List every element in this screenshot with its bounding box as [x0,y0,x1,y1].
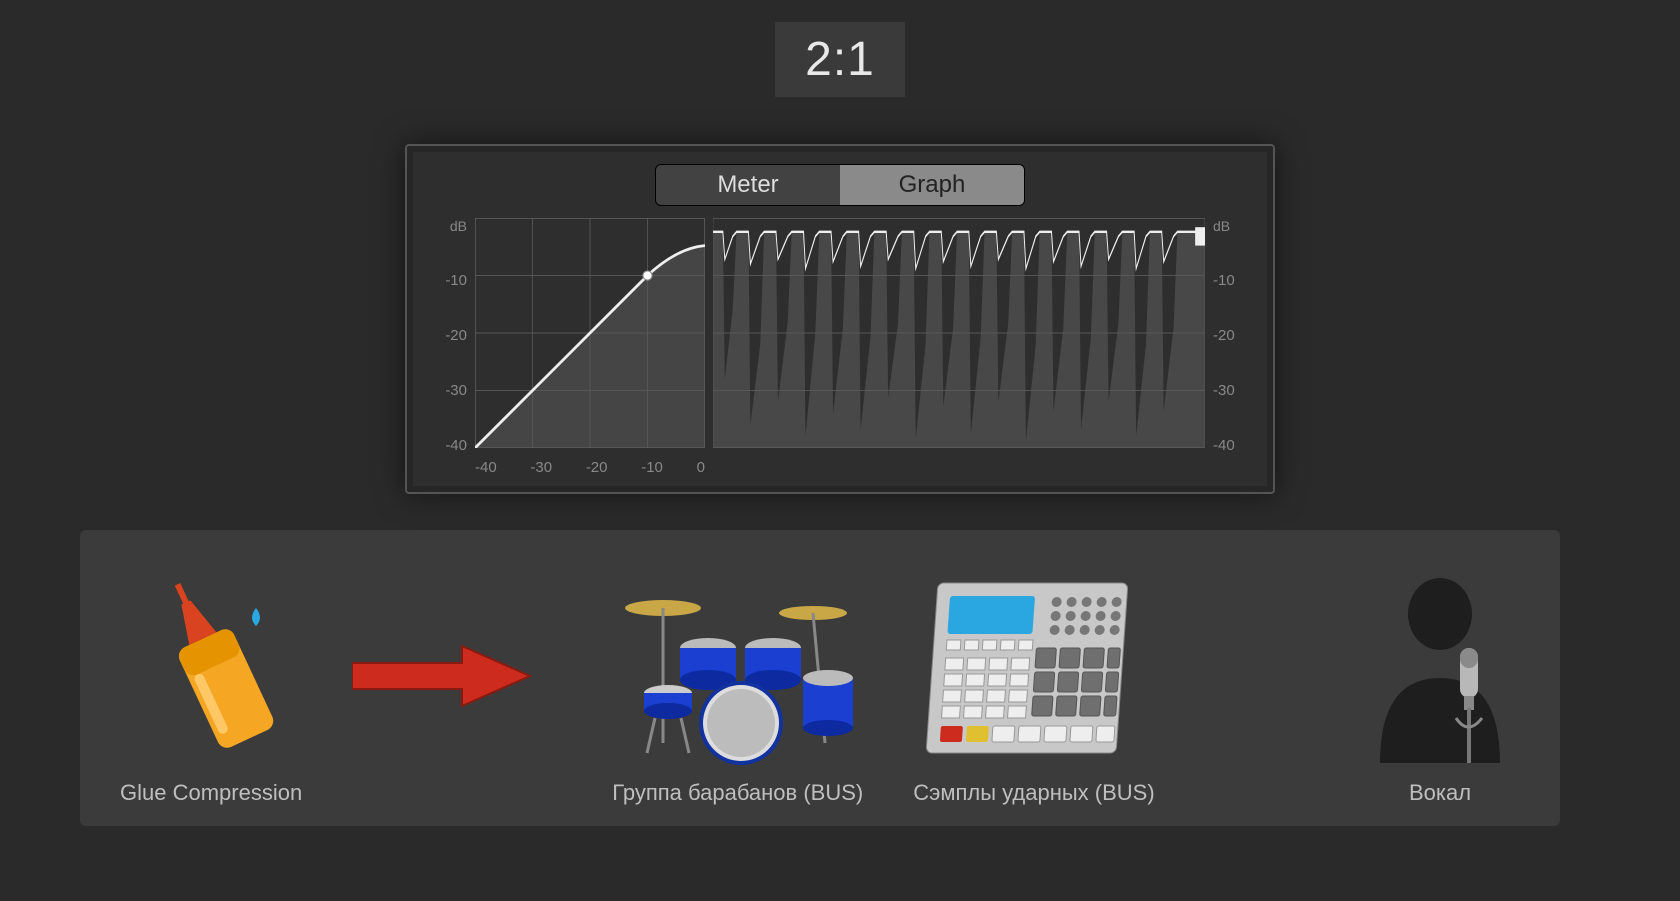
y-tick: -40 [445,437,467,454]
y-tick: -10 [445,272,467,289]
drums-label: Группа барабанов (BUS) [612,780,863,806]
x-tick: -40 [475,459,497,476]
x-tick: 0 [697,459,705,476]
x-axis: -40 -30 -20 -10 0 [475,453,705,476]
tab-graph[interactable]: Graph [840,165,1024,205]
vocal-icon [1360,568,1520,768]
y-unit-right: dB [1213,218,1230,234]
x-tick: -30 [530,459,552,476]
y-tick: -20 [1213,327,1235,344]
y-tick: -40 [1213,437,1235,454]
x-tick: -20 [586,459,608,476]
vocal-label: Вокал [1409,780,1471,806]
item-drums: Группа барабанов (BUS) [612,568,863,806]
drum-machine-icon [924,568,1144,768]
y-tick: -30 [1213,382,1235,399]
gain-history-svg [713,218,1205,448]
y-unit-left: dB [450,218,467,234]
y-tick: -30 [445,382,467,399]
transfer-curve-plot: -40 -30 -20 -10 0 [475,218,705,478]
drum-kit-icon [613,568,863,768]
gain-history-plot [713,218,1205,478]
x-tick: -10 [641,459,663,476]
item-sampler: Сэмплы ударных (BUS) [913,568,1154,806]
meter-graph-tabs: Meter Graph [655,164,1025,206]
y-tick: -20 [445,327,467,344]
y-axis-left: dB -10 -20 -30 -40 [427,218,467,478]
transfer-curve-svg [475,218,705,448]
glue-bottle-icon [131,568,291,768]
ratio-badge: 2:1 [775,22,905,97]
tracks-row: Glue Compression [80,530,1560,826]
y-tick: -10 [1213,272,1235,289]
item-vocal: Вокал [1360,568,1520,806]
arrow-icon [352,546,532,806]
ratio-value: 2:1 [805,33,875,86]
item-glue: Glue Compression [120,568,302,806]
y-axis-right: dB -10 -20 -30 -40 [1213,218,1253,478]
compressor-panel: Meter Graph dB -10 -20 -30 -40 [405,144,1275,494]
tab-meter[interactable]: Meter [656,165,840,205]
graph-body: dB -10 -20 -30 -40 [427,218,1253,478]
sampler-label: Сэмплы ударных (BUS) [913,780,1154,806]
glue-label: Glue Compression [120,780,302,806]
